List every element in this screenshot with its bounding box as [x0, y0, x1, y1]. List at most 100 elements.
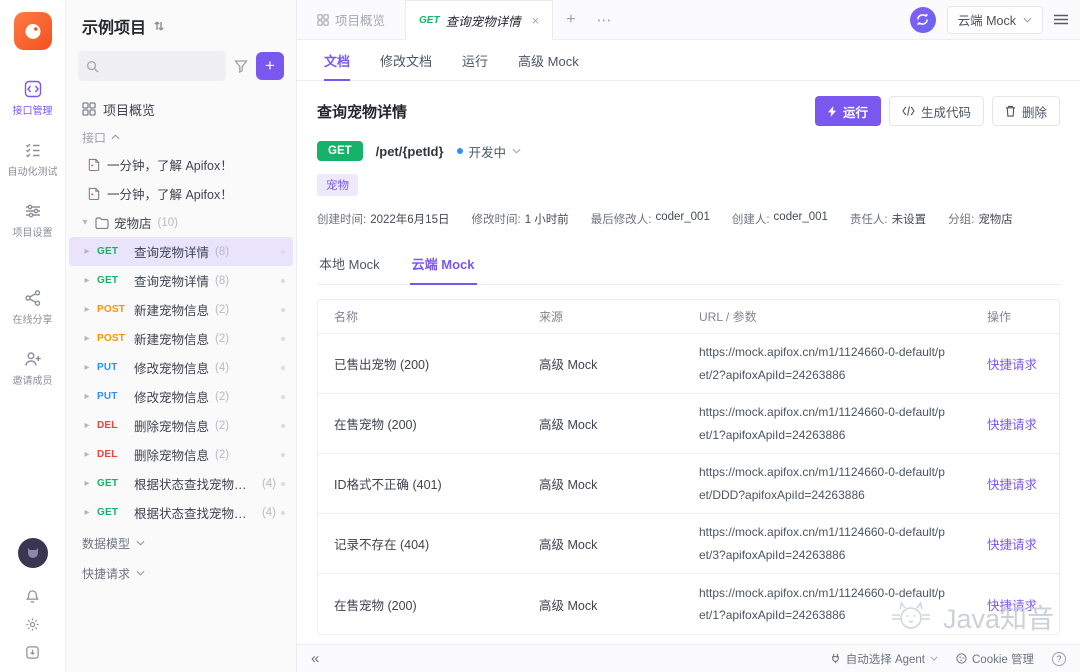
doc-item[interactable]: 一分钟，了解 Apifox！ — [66, 150, 296, 179]
subnav-label: 文档 — [324, 51, 350, 70]
run-button[interactable]: 运行 — [815, 96, 881, 126]
tab-project-overview[interactable]: 项目概览 — [297, 0, 405, 39]
bell-icon[interactable] — [25, 589, 40, 604]
document-icon — [88, 187, 100, 200]
tree-row-api[interactable]: ▸ POST 新建宠物信息 (2) — [69, 324, 293, 353]
api-name: 根据状态查找宠物列表 — [134, 474, 256, 493]
bolt-icon — [828, 106, 837, 117]
mock-url: https://mock.apifox.cn/m1/1124660-0-defa… — [683, 582, 971, 626]
quick-request-link[interactable]: 快捷请求 — [971, 595, 1059, 614]
subnav-tab-document[interactable]: 文档 — [324, 40, 350, 80]
cookie-manager[interactable]: Cookie 管理 — [956, 651, 1034, 667]
tree-row-api[interactable]: ▸ DEL 删除宠物信息 (2) — [69, 440, 293, 469]
project-switcher-icon[interactable] — [153, 20, 165, 32]
rail-item-api-management[interactable]: 接口管理 — [13, 80, 53, 117]
rail-bottom — [18, 538, 48, 660]
mock-url: https://mock.apifox.cn/m1/1124660-0-defa… — [683, 401, 971, 445]
mock-tabs: 本地 Mock 云端 Mock — [317, 244, 1060, 285]
search-input[interactable] — [105, 59, 218, 73]
mock-name: ID格式不正确 (401) — [318, 474, 523, 493]
footer-bar: « 自动选择 Agent Cookie 管理 ? — [297, 644, 1080, 672]
rail-item-invite-members[interactable]: 邀请成员 — [13, 350, 53, 387]
folder-petstore[interactable]: ▾ 宠物店 (10) — [66, 208, 296, 237]
tree-row-api[interactable]: ▸ POST 新建宠物信息 (2) — [69, 295, 293, 324]
table-header-row: 名称 来源 URL / 参数 操作 — [318, 300, 1059, 334]
tree-row-api[interactable]: ▸ PUT 修改宠物信息 (2) — [69, 382, 293, 411]
section-label: 快捷请求 — [82, 565, 130, 582]
doc-item[interactable]: 一分钟，了解 Apifox！ — [66, 179, 296, 208]
api-management-icon — [24, 80, 42, 98]
apifox-logo[interactable] — [14, 12, 52, 50]
meta-last-modifier: 最后修改人:coder_001 — [591, 211, 710, 227]
rail-item-online-share[interactable]: 在线分享 — [13, 289, 53, 326]
rail-item-label: 自动化测试 — [8, 163, 58, 178]
chevron-closed-icon: ▸ — [82, 478, 92, 489]
tree-row-api[interactable]: ▸ GET 查询宠物详情 (8) — [69, 266, 293, 295]
sidebar-item-data-models[interactable]: 数据模型 — [66, 529, 296, 557]
tab-cloud-mock[interactable]: 云端 Mock — [410, 244, 477, 285]
tab-local-mock[interactable]: 本地 Mock — [317, 244, 382, 284]
chevron-down-icon — [136, 540, 145, 546]
close-icon[interactable]: × — [532, 13, 540, 28]
sidebar-item-quick-requests[interactable]: 快捷请求 — [66, 559, 296, 587]
quick-request-link[interactable]: 快捷请求 — [971, 354, 1059, 373]
rail-item-automated-test[interactable]: 自动化测试 — [8, 141, 58, 178]
more-tabs-button[interactable]: ⋯ — [589, 0, 620, 39]
chevron-closed-icon: ▸ — [82, 275, 92, 286]
help-button[interactable]: ? — [1052, 652, 1066, 666]
environment-select[interactable]: 云端 Mock — [947, 6, 1043, 34]
chevron-closed-icon: ▸ — [82, 507, 92, 518]
user-avatar[interactable] — [18, 538, 48, 568]
sync-button[interactable] — [910, 7, 936, 33]
api-count: (4) — [262, 507, 276, 519]
gear-icon[interactable] — [25, 617, 40, 632]
api-count: (4) — [215, 362, 229, 374]
trash-icon — [1005, 105, 1016, 117]
api-count: (2) — [215, 304, 229, 316]
folder-icon — [95, 217, 109, 229]
delete-button[interactable]: 删除 — [992, 96, 1060, 126]
tree-row-api[interactable]: ▸ GET 查询宠物详情 (8) — [69, 237, 293, 266]
footer-right: 自动选择 Agent Cookie 管理 ? — [830, 651, 1066, 667]
section-api-header[interactable]: 接口 — [66, 124, 296, 150]
menu-icon[interactable] — [1054, 14, 1068, 25]
search-box[interactable] — [78, 51, 226, 81]
method-badge: PUT — [97, 391, 129, 402]
method-badge: GET — [97, 275, 129, 286]
status-select[interactable]: 开发中 — [457, 142, 522, 161]
generate-code-button[interactable]: 生成代码 — [889, 96, 984, 126]
mock-url: https://mock.apifox.cn/m1/1124660-0-defa… — [683, 341, 971, 385]
rail-item-label: 邀请成员 — [13, 372, 53, 387]
agent-selector[interactable]: 自动选择 Agent — [830, 651, 938, 667]
meta-modified-time: 修改时间:1 小时前 — [471, 211, 568, 227]
sliders-icon — [24, 202, 42, 220]
collapse-sidebar-button[interactable]: « — [311, 651, 319, 666]
folder-name: 宠物店 — [114, 213, 152, 232]
code-icon — [902, 106, 915, 116]
api-count: (2) — [215, 391, 229, 403]
tree-row-api[interactable]: ▸ PUT 修改宠物信息 (4) — [69, 353, 293, 382]
mock-source: 高级 Mock — [523, 474, 683, 493]
subnav-tab-edit-document[interactable]: 修改文档 — [380, 40, 432, 80]
subnav-tab-advanced-mock[interactable]: 高级 Mock — [518, 40, 579, 80]
download-icon[interactable] — [25, 645, 40, 660]
mock-url: https://mock.apifox.cn/m1/1124660-0-defa… — [683, 521, 971, 565]
tree-row-api[interactable]: ▸ GET 根据状态查找宠物列表 (4) — [69, 498, 293, 527]
sidebar-item-project-overview[interactable]: 项目概览 — [66, 94, 296, 124]
tab-active-api[interactable]: GET 查询宠物详情 × — [405, 0, 553, 40]
add-button[interactable]: + — [256, 52, 284, 80]
new-tab-button[interactable]: + — [553, 0, 588, 39]
meta-creator: 创建人:coder_001 — [732, 211, 828, 227]
rail-item-label: 项目设置 — [13, 224, 53, 239]
search-icon — [86, 60, 99, 73]
meta-owner: 责任人:未设置 — [850, 211, 926, 227]
tag-badge[interactable]: 宠物 — [317, 174, 358, 196]
tree-row-api[interactable]: ▸ GET 根据状态查找宠物列表 (4) — [69, 469, 293, 498]
tree-row-api[interactable]: ▸ DEL 删除宠物信息 (2) — [69, 411, 293, 440]
rail-item-project-settings[interactable]: 项目设置 — [13, 202, 53, 239]
quick-request-link[interactable]: 快捷请求 — [971, 534, 1059, 553]
subnav-tab-run[interactable]: 运行 — [462, 40, 488, 80]
quick-request-link[interactable]: 快捷请求 — [971, 474, 1059, 493]
quick-request-link[interactable]: 快捷请求 — [971, 414, 1059, 433]
filter-funnel-icon[interactable] — [234, 59, 248, 73]
